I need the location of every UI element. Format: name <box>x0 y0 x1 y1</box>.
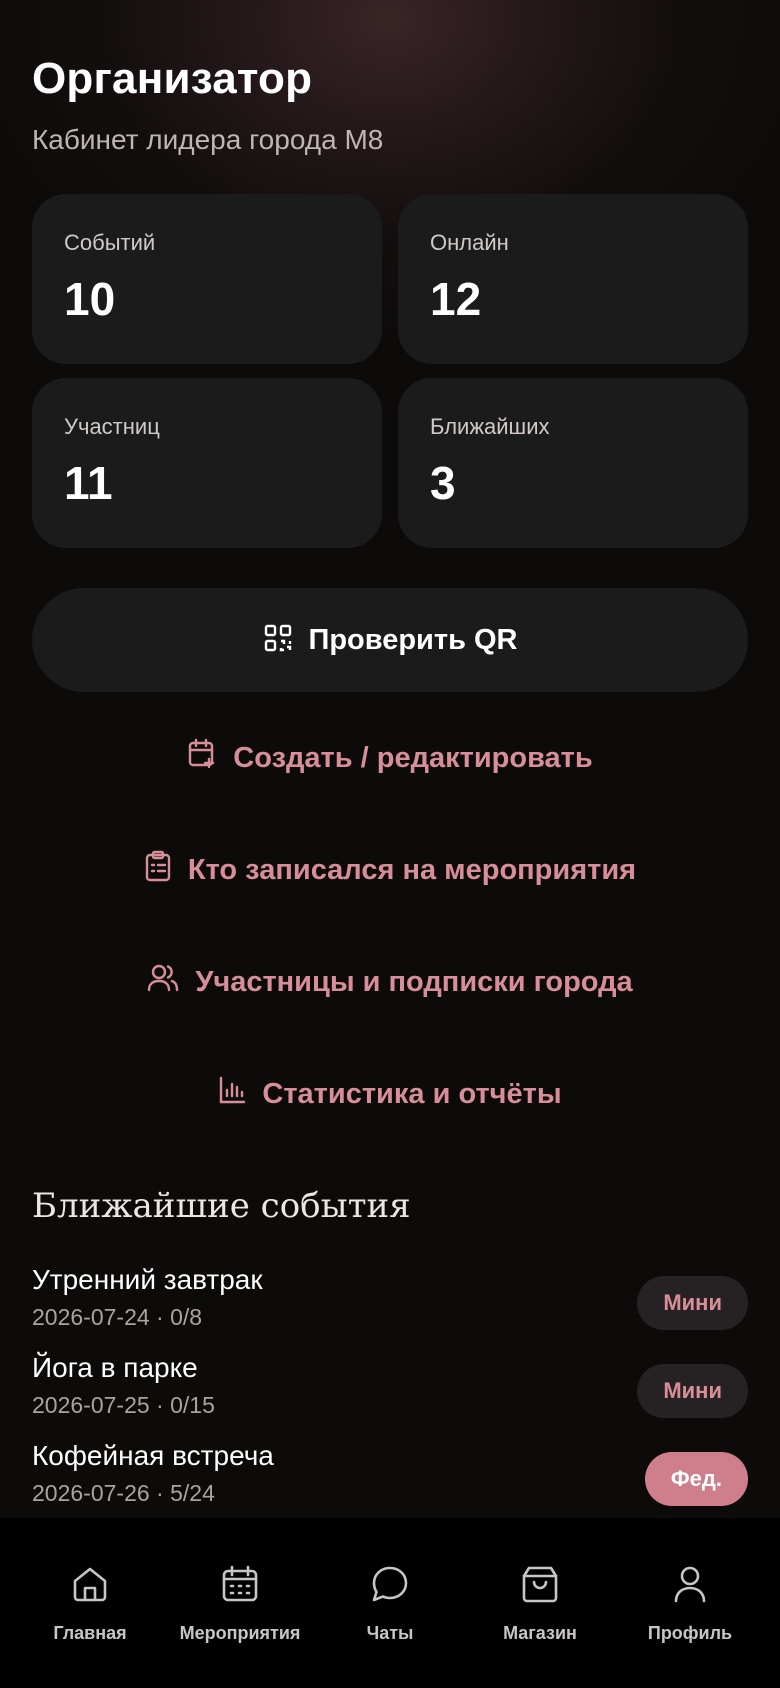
organizer-screen: Организатор Кабинет лидера города М8 Соб… <box>0 0 780 1688</box>
nav-label: Главная <box>53 1623 127 1643</box>
stat-value: 3 <box>430 457 456 509</box>
participants-subscriptions-label: Участницы и подписки города <box>195 965 633 998</box>
nav-item-home[interactable]: Главная <box>12 1564 168 1664</box>
nav-label: Профиль <box>647 1623 733 1643</box>
event-type-badge: Фед. <box>644 1452 748 1506</box>
event-name: Утренний завтрак <box>32 1264 263 1295</box>
nav-item-events[interactable]: Мероприятия <box>162 1564 318 1664</box>
nav-label: Мероприятия <box>179 1623 301 1643</box>
event-row[interactable]: Йога в парке 2026-07-25 · 0/15 Мини <box>32 1352 748 1432</box>
nav-item-shop[interactable]: Магазин <box>462 1564 618 1664</box>
statistics-reports-link[interactable]: Статистика и отчёты <box>0 1064 780 1124</box>
event-name: Йога в парке <box>32 1352 198 1383</box>
registrations-label: Кто записался на мероприятия <box>187 853 637 886</box>
bar-chart-icon <box>218 1075 246 1113</box>
event-type-badge: Мини <box>637 1364 748 1418</box>
check-qr-button[interactable]: Проверить QR <box>32 588 748 692</box>
stat-label: Ближайших <box>430 414 550 439</box>
statistics-reports-label: Статистика и отчёты <box>262 1077 562 1110</box>
check-qr-label: Проверить QR <box>308 623 518 656</box>
shopping-bag-icon <box>520 1564 560 1609</box>
clipboard-list-icon <box>144 850 172 890</box>
nav-label: Чаты <box>366 1623 414 1643</box>
nav-label: Магазин <box>503 1623 577 1643</box>
calendar-icon <box>220 1564 260 1609</box>
users-icon <box>147 963 179 1001</box>
home-icon <box>70 1564 110 1609</box>
create-edit-link[interactable]: Создать / редактировать <box>0 728 780 788</box>
stat-card-events[interactable]: Событий 10 <box>32 194 382 364</box>
stat-label: Участниц <box>64 414 160 439</box>
calendar-plus-icon <box>187 738 217 778</box>
stat-label: Онлайн <box>430 230 509 255</box>
upcoming-events-title: Ближайшие события <box>32 1186 411 1226</box>
event-row[interactable]: Утренний завтрак 2026-07-24 · 0/8 Мини <box>32 1264 748 1344</box>
nav-item-profile[interactable]: Профиль <box>612 1564 768 1664</box>
create-edit-label: Создать / редактировать <box>233 741 593 774</box>
qr-code-icon <box>263 623 293 658</box>
stat-label: Событий <box>64 230 156 255</box>
stat-card-participants[interactable]: Участниц 11 <box>32 378 382 548</box>
stat-value: 12 <box>430 273 482 325</box>
participants-subscriptions-link[interactable]: Участницы и подписки города <box>0 952 780 1012</box>
nav-item-chats[interactable]: Чаты <box>312 1564 468 1664</box>
event-meta: 2026-07-25 · 0/15 <box>32 1392 215 1418</box>
user-icon <box>670 1564 710 1609</box>
bottom-navigation: Главная Мероприятия Чаты Магазин Профиль <box>0 1518 780 1688</box>
event-meta: 2026-07-24 · 0/8 <box>32 1304 203 1330</box>
event-name: Кофейная встреча <box>32 1440 274 1471</box>
page-title: Организатор <box>32 54 313 103</box>
stat-card-upcoming[interactable]: Ближайших 3 <box>398 378 748 548</box>
stat-card-online[interactable]: Онлайн 12 <box>398 194 748 364</box>
event-meta: 2026-07-26 · 5/24 <box>32 1480 215 1506</box>
stat-value: 10 <box>64 273 116 325</box>
registrations-link[interactable]: Кто записался на мероприятия <box>0 840 780 900</box>
stat-value: 11 <box>64 457 113 509</box>
event-type-badge: Мини <box>637 1276 748 1330</box>
event-row[interactable]: Кофейная встреча 2026-07-26 · 5/24 Фед. <box>32 1440 748 1520</box>
chat-icon <box>370 1564 410 1609</box>
page-subtitle: Кабинет лидера города М8 <box>32 124 384 155</box>
